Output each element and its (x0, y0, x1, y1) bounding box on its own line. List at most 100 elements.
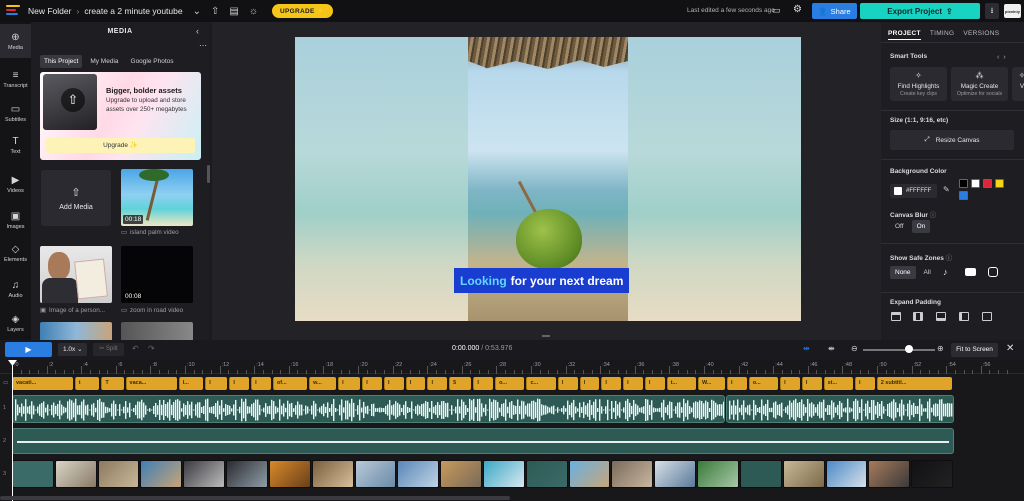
video-clip-thumbnail[interactable] (140, 460, 183, 488)
subtitle-clip[interactable]: of... (272, 377, 308, 390)
tiktok-icon[interactable]: ♪ (943, 267, 948, 277)
subtitle-clip[interactable]: I (251, 377, 271, 390)
media-thumbnail-person[interactable] (40, 246, 112, 303)
fit-width-icon[interactable]: ⇼ (828, 344, 835, 353)
subtitle-clip[interactable]: I (644, 377, 665, 390)
more-options-icon[interactable]: ⋯ (199, 41, 207, 50)
video-clip-thumbnail[interactable] (354, 460, 397, 488)
subtitle-clip[interactable]: vaca... (125, 377, 177, 390)
rail-item-audio[interactable]: ♫ Audio (0, 272, 31, 306)
subtitle-clip[interactable]: I (473, 377, 494, 390)
video-clip-thumbnail[interactable] (697, 460, 739, 488)
zoom-in-icon[interactable]: ⊕ (937, 344, 944, 353)
subtitle-clip[interactable]: t... (666, 377, 696, 390)
video-clip-thumbnail[interactable] (54, 460, 97, 488)
info-icon[interactable]: ⓘ (946, 255, 953, 262)
swatch-black[interactable] (959, 179, 968, 188)
play-button[interactable]: ▶ (5, 342, 52, 357)
video-clip-thumbnail[interactable] (568, 460, 611, 488)
rail-item-videos[interactable]: ▶ Videos (0, 167, 31, 201)
pad-left-icon[interactable] (959, 312, 969, 321)
media-thumbnail-road[interactable]: 00:08 (121, 246, 193, 303)
comment-icon[interactable]: ▭ (772, 5, 781, 16)
swatch-white[interactable] (971, 179, 980, 188)
safe-zone-none[interactable]: None (890, 266, 916, 279)
tab-versions[interactable]: VERSIONS (963, 30, 999, 40)
info-icon[interactable]: ⓘ (930, 212, 937, 219)
pad-bottom-icon[interactable] (936, 312, 946, 321)
subtitle-clip[interactable]: c... (526, 377, 556, 390)
share-button[interactable]: 👤 Share (812, 3, 857, 19)
undo-icon[interactable]: ↶ (132, 344, 139, 353)
add-media-button[interactable]: ⇧ Add Media (41, 170, 111, 226)
subtitle-icon[interactable]: ▤ (229, 6, 238, 17)
zoom-out-icon[interactable]: ⊖ (851, 344, 858, 353)
video-clip-thumbnail[interactable] (397, 460, 440, 488)
subtitle-clip[interactable]: I (780, 377, 800, 390)
kapwing-logo-icon[interactable] (6, 5, 20, 17)
subtitle-clip[interactable]: I (854, 377, 875, 390)
background-audio-clip[interactable] (12, 428, 954, 454)
tab-my-media[interactable]: My Media (86, 55, 122, 68)
video-clip-thumbnail[interactable] (311, 460, 354, 488)
subtitle-clip[interactable]: I (362, 377, 382, 390)
swatch-yellow[interactable] (995, 179, 1004, 188)
resize-grip[interactable] (542, 335, 550, 337)
tab-project[interactable]: PROJECT (888, 30, 921, 40)
resize-canvas-button[interactable]: ⤢ Resize Canvas (890, 130, 1014, 150)
video-clip-thumbnail[interactable] (825, 460, 868, 488)
upload-icon[interactable]: ⇧ (211, 6, 219, 17)
zoom-slider-track[interactable] (863, 349, 935, 351)
media-thumbnail-palm[interactable]: 00:18 (121, 169, 193, 226)
video-clip-thumbnail[interactable] (782, 460, 825, 488)
upgrade-button[interactable]: UPGRADE ⚡ (272, 4, 334, 18)
subtitle-clip[interactable]: I (427, 377, 448, 390)
subtitle-clip[interactable]: W... (697, 377, 725, 390)
export-project-button[interactable]: Export Project ⇪ (860, 3, 980, 19)
speed-select[interactable]: 1.0x ⌄ (58, 343, 87, 356)
fit-to-screen-button[interactable]: Fit to Screen (951, 343, 998, 357)
time-ruler[interactable]: :0:2:4:6:8:10:12:14:16:18:20:22:24:26:28… (0, 360, 1024, 374)
subtitle-clip[interactable]: t (74, 377, 100, 390)
subtitle-clip[interactable]: I (801, 377, 822, 390)
swatch-red[interactable] (983, 179, 992, 188)
magic-create-button[interactable]: ⁂ Magic Create Optimize for socials (951, 67, 1008, 101)
video-clip-thumbnail[interactable] (268, 460, 311, 488)
video-canvas[interactable]: Looking for your next dream (295, 37, 801, 321)
split-button[interactable]: ✂ Split (93, 343, 124, 356)
subtitle-caption[interactable]: Looking for your next dream (454, 268, 630, 293)
tab-google-photos[interactable]: Google Photos (127, 55, 178, 68)
video-clip-thumbnail[interactable] (739, 460, 782, 488)
subtitle-clip[interactable]: I (601, 377, 622, 390)
background-color-input[interactable]: #FFFFFF (890, 184, 937, 198)
gear-icon[interactable]: ⚙ (793, 4, 802, 15)
playhead[interactable] (12, 360, 13, 501)
video-clip-thumbnail[interactable] (525, 460, 568, 488)
chevron-left-icon[interactable]: ‹ (196, 26, 199, 36)
subtitle-clip[interactable]: I... (178, 377, 204, 390)
video-clip-thumbnail[interactable] (226, 460, 268, 488)
subtitle-clip[interactable]: o... (748, 377, 779, 390)
video-clip-thumbnail[interactable] (183, 460, 226, 488)
subtitle-clip[interactable]: 5 (449, 377, 472, 390)
video-clip-thumbnail[interactable] (911, 460, 953, 488)
rail-item-text[interactable]: T Text (0, 128, 31, 162)
chevron-left-icon[interactable]: ‹ (997, 54, 999, 61)
avatar[interactable]: pixelniy (1004, 4, 1021, 18)
subtitle-clip[interactable]: vacati... (12, 377, 73, 390)
subtitle-clip[interactable]: I (557, 377, 578, 390)
rail-item-media[interactable]: ⊕ Media (0, 24, 31, 58)
rail-item-layers[interactable]: ◈ Layers (0, 306, 31, 340)
video-clip-thumbnail[interactable] (654, 460, 697, 488)
instagram-icon[interactable] (988, 267, 998, 277)
promo-upgrade-button[interactable]: Upgrade ✨ (46, 138, 195, 153)
video-clip-thumbnail[interactable] (611, 460, 654, 488)
tab-timing[interactable]: TIMING (930, 30, 955, 40)
panel-scrollbar[interactable] (207, 165, 210, 183)
subtitle-clip[interactable]: st... (823, 377, 853, 390)
blur-on-option[interactable]: On (911, 220, 931, 233)
subtitle-clip[interactable]: I (383, 377, 404, 390)
rail-item-transcript[interactable]: ≡ Transcript (0, 62, 31, 96)
eyedropper-icon[interactable]: ✎ (943, 185, 950, 194)
subtitle-clip[interactable]: I (726, 377, 747, 390)
